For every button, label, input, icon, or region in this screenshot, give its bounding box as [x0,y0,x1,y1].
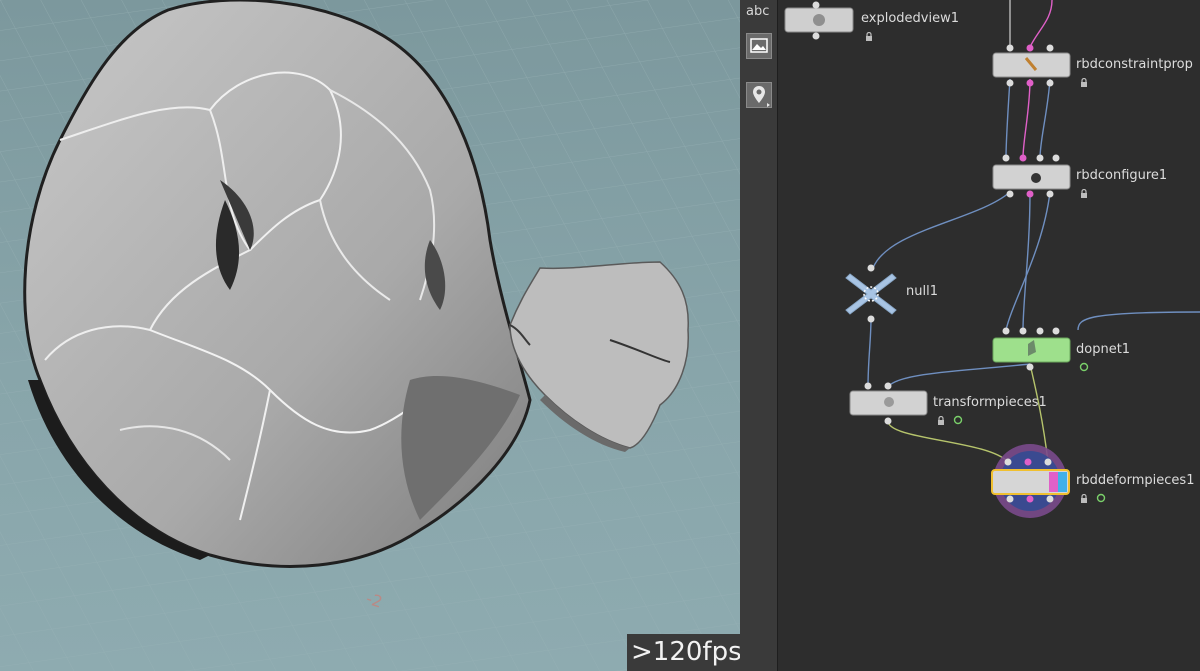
lock-icon[interactable] [1080,189,1088,198]
node-rbdconfigure1[interactable] [992,154,1071,198]
node-label-rbdconfigure1: rbdconfigure1 [1076,168,1168,183]
node-label-rbddeformpieces1: rbddeformpieces1 [1076,473,1195,488]
toolbar-label: abc [746,4,770,19]
network-canvas [784,0,1200,518]
lock-icon[interactable] [1080,494,1088,503]
transform-icon [884,397,894,407]
image-icon [750,38,768,53]
map-pin-icon [753,86,770,107]
gear-icon [1031,173,1041,183]
lock-icon[interactable] [1080,78,1088,87]
snap-location-button[interactable] [746,82,772,108]
fps-readout: >120fps [627,634,740,671]
node-explodedview1[interactable] [784,1,854,40]
node-dopnet1[interactable] [992,327,1071,371]
viewport-canvas: -2 [0,0,740,671]
node-label-rbdconstraintprop: rbdconstraintprop [1076,57,1193,72]
display-flag-icon[interactable] [953,415,963,425]
node-label-null1: null1 [906,284,938,299]
lock-icon[interactable] [865,32,873,41]
lock-icon[interactable] [937,416,945,425]
node-null1[interactable] [845,264,897,323]
display-background-button[interactable] [746,33,772,59]
node-label-dopnet1: dopnet1 [1076,342,1131,357]
scene-viewport[interactable]: -2 >120fps [0,0,740,671]
node-rbdconstraintprop[interactable] [992,44,1071,87]
explode-icon [813,14,825,26]
node-transformpieces1[interactable] [849,382,928,425]
node-label-transformpieces1: transformpieces1 [933,395,1047,410]
display-flag-icon[interactable] [1079,362,1089,372]
node-rbddeformpieces1[interactable] [991,444,1070,518]
viewport-toolbar: abc [740,0,778,671]
node-label-explodedview1: explodedview1 [861,11,959,26]
display-flag-icon[interactable] [1096,493,1106,503]
node-network-editor[interactable]: explodedview1 rbdconstraintprop rbdconfi… [778,0,1200,671]
